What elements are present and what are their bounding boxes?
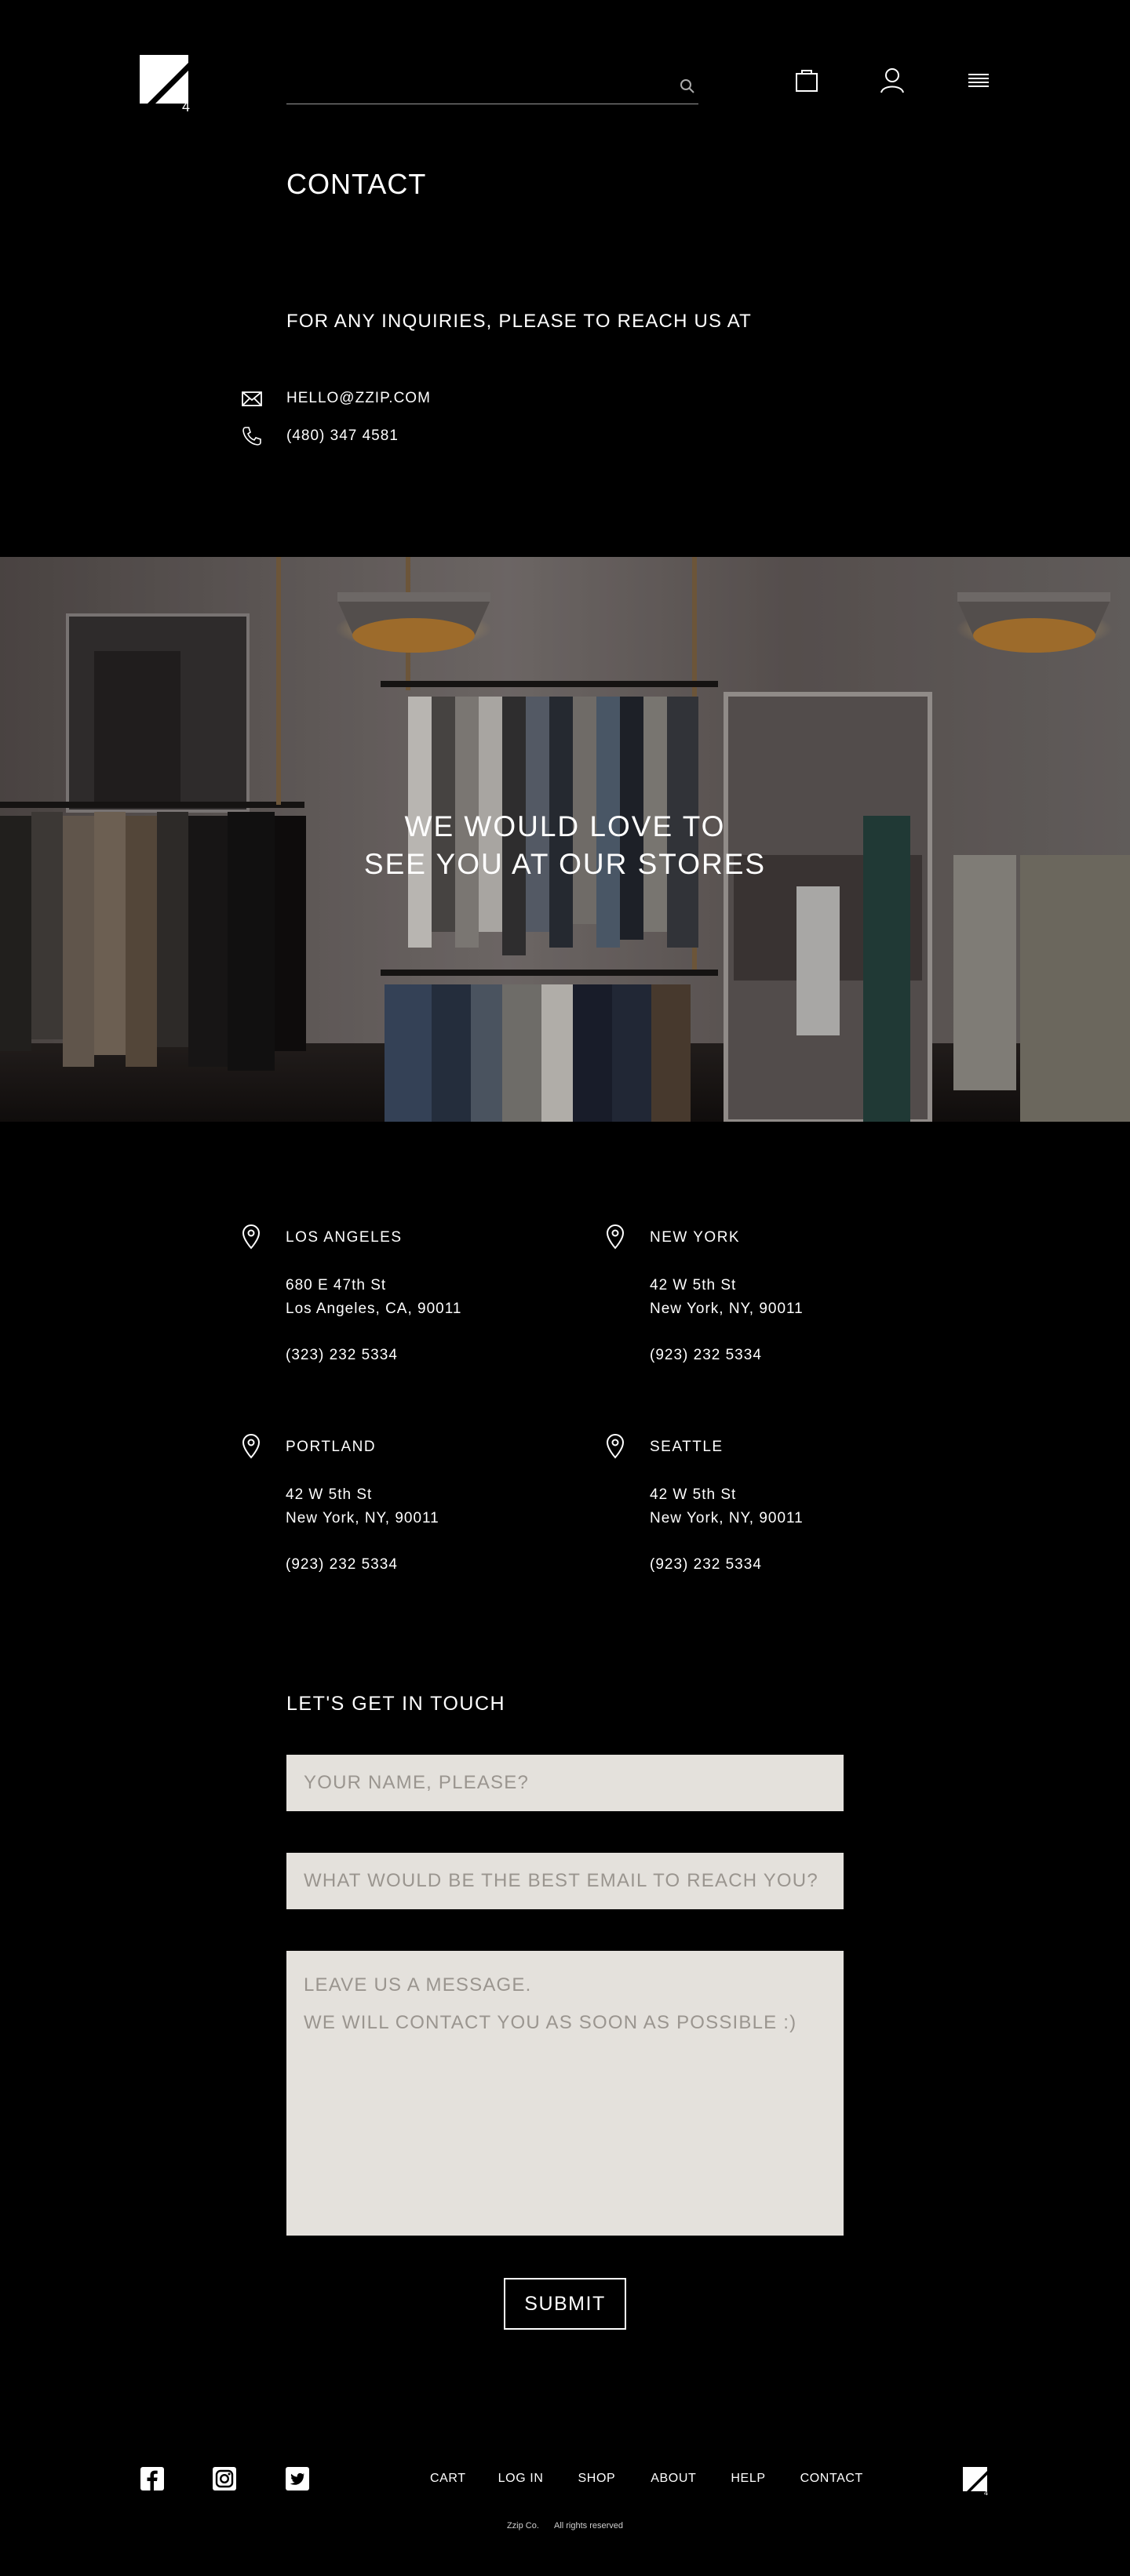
svg-text:4: 4: [984, 2489, 988, 2495]
mail-icon: [240, 387, 264, 410]
store-address-line1: 42 W 5th St: [650, 1486, 737, 1503]
menu-icon[interactable]: [963, 64, 994, 96]
store-name: PORTLAND: [286, 1439, 377, 1455]
store-phone[interactable]: (323) 232 5334: [286, 1347, 398, 1364]
inquiry-text: FOR ANY INQUIRIES, PLEASE TO REACH US AT: [286, 311, 753, 332]
bag-icon[interactable]: [791, 64, 822, 96]
facebook-icon[interactable]: [140, 2467, 164, 2490]
hero-line-1: WE WOULD LOVE TO: [404, 810, 726, 842]
hero-line-2: SEE YOU AT OUR STORES: [363, 848, 767, 880]
footer-link-cart[interactable]: CART: [430, 2472, 466, 2486]
store-address-line1: 680 E 47th St: [286, 1277, 387, 1293]
footer-link-about[interactable]: ABOUT: [651, 2472, 696, 2486]
store-phone[interactable]: (923) 232 5334: [650, 1556, 762, 1574]
store-address-line1: 42 W 5th St: [286, 1486, 373, 1503]
copyright: Zzip Co. All rights reserved: [0, 2521, 1130, 2531]
location-pin-icon: [604, 1434, 626, 1459]
user-icon[interactable]: [877, 64, 908, 96]
store-address-line2: New York, NY, 90011: [286, 1510, 439, 1526]
search-bar[interactable]: [286, 69, 698, 104]
store-name: SEATTLE: [650, 1439, 724, 1455]
location-pin-icon: [240, 1224, 262, 1250]
footer-logo[interactable]: 4: [963, 2467, 991, 2497]
store-address-line2: Los Angeles, CA, 90011: [286, 1301, 462, 1317]
location-pin-icon: [604, 1224, 626, 1250]
footer-link-contact[interactable]: CONTACT: [800, 2472, 863, 2486]
store-name: NEW YORK: [650, 1229, 741, 1246]
phone-icon: [240, 424, 264, 448]
store-phone[interactable]: (923) 232 5334: [650, 1347, 762, 1364]
footer-nav: CART LOG IN SHOP ABOUT HELP CONTACT: [430, 2472, 863, 2486]
store-phone[interactable]: (923) 232 5334: [286, 1556, 398, 1574]
store-name: LOS ANGELES: [286, 1229, 403, 1246]
store-address-line1: 42 W 5th St: [650, 1277, 737, 1293]
logo[interactable]: 4: [140, 55, 196, 115]
store-address-line2: New York, NY, 90011: [650, 1301, 804, 1317]
hero-heading: WE WOULD LOVE TO SEE YOU AT OUR STORES: [0, 808, 1130, 883]
store-address-line2: New York, NY, 90011: [650, 1510, 804, 1526]
name-field[interactable]: [286, 1755, 844, 1811]
phone-link[interactable]: (480) 347 4581: [286, 428, 399, 445]
email-link[interactable]: HELLO@ZZIP.COM: [286, 390, 431, 407]
svg-text:4: 4: [182, 99, 190, 111]
email-row[interactable]: HELLO@ZZIP.COM: [240, 387, 431, 410]
search-input[interactable]: [286, 69, 666, 102]
instagram-icon[interactable]: [213, 2467, 236, 2490]
rights-text: All rights reserved: [553, 2521, 624, 2531]
message-field[interactable]: [286, 1951, 844, 2236]
company-name: Zzip Co.: [506, 2521, 539, 2531]
footer-link-shop[interactable]: SHOP: [578, 2472, 616, 2486]
footer-link-login[interactable]: LOG IN: [498, 2472, 544, 2486]
location-pin-icon: [240, 1434, 262, 1459]
submit-button[interactable]: SUBMIT: [504, 2278, 626, 2330]
form-title: LET'S GET IN TOUCH: [286, 1693, 506, 1715]
phone-row[interactable]: (480) 347 4581: [240, 424, 399, 448]
footer-link-help[interactable]: HELP: [731, 2472, 765, 2486]
twitter-icon[interactable]: [286, 2467, 309, 2490]
search-icon[interactable]: [676, 75, 698, 97]
page-title: CONTACT: [286, 168, 427, 200]
email-field[interactable]: [286, 1853, 844, 1909]
